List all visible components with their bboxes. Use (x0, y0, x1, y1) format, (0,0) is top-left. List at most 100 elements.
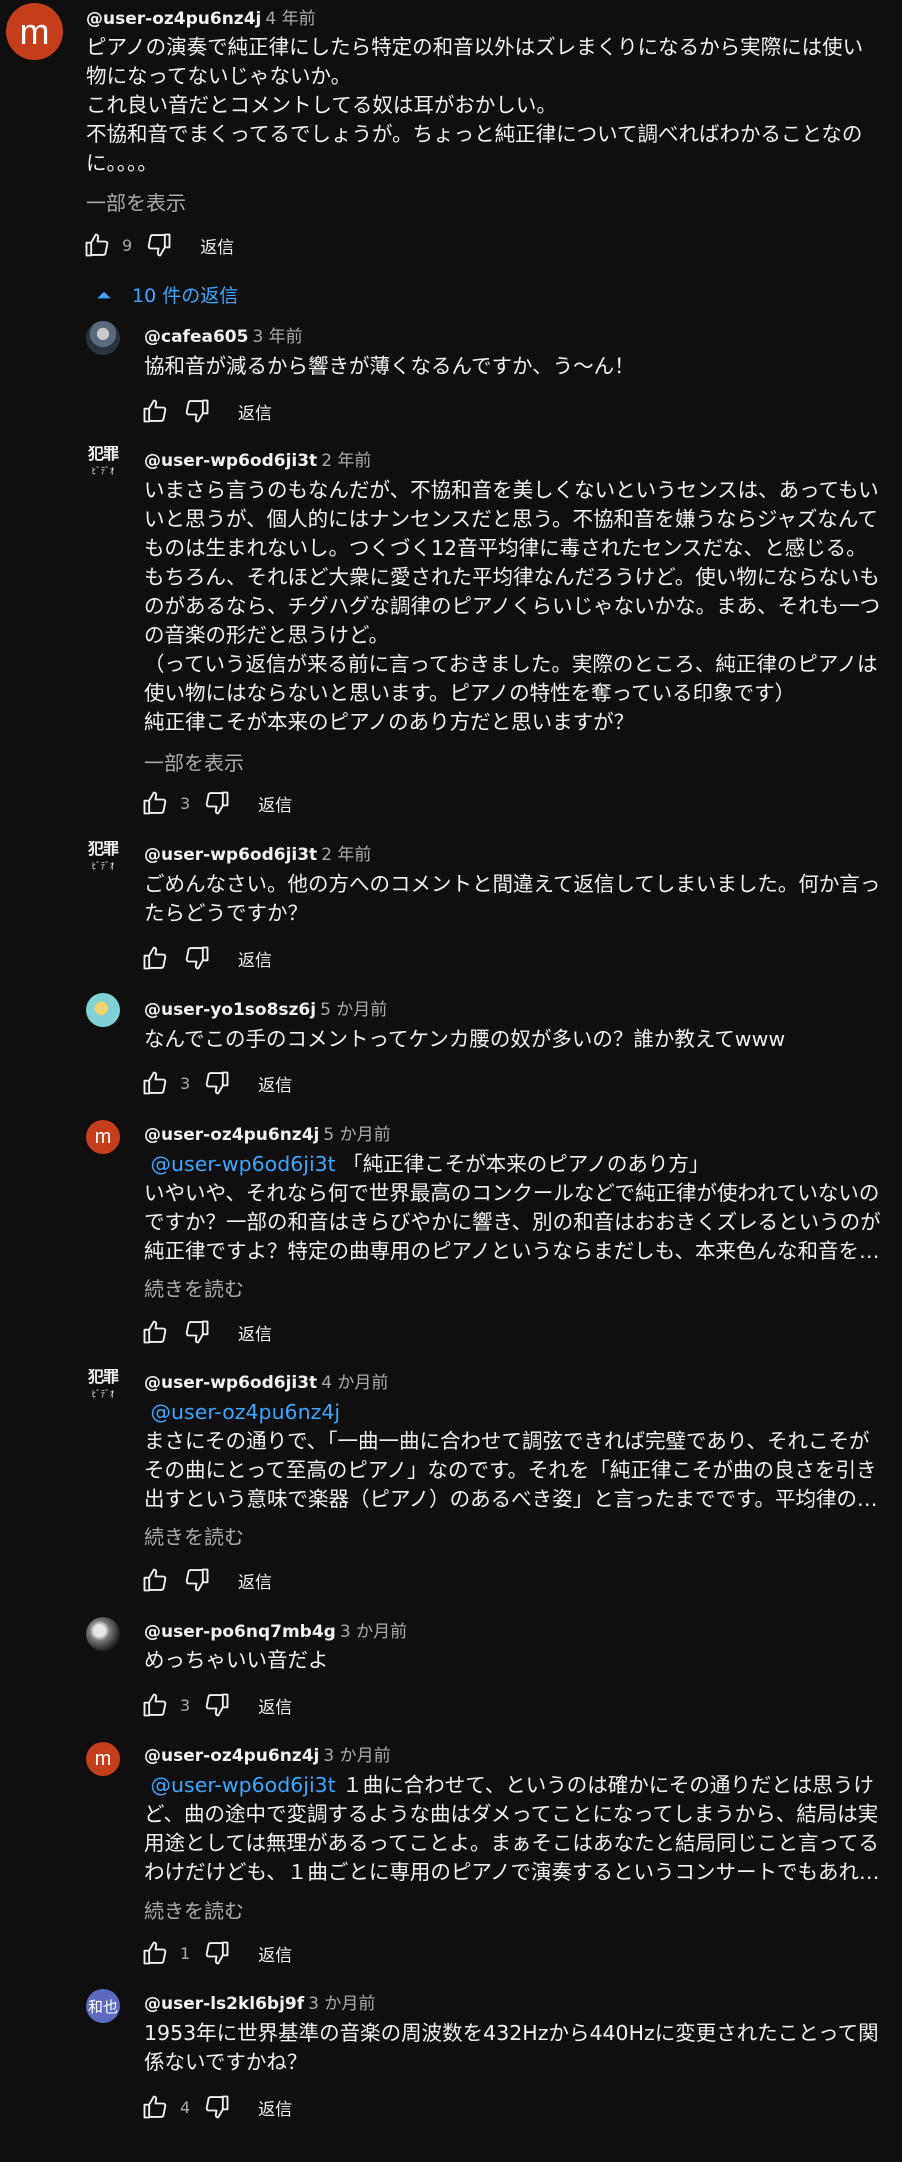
comment-line: もちろん、それほど大衆に愛された平均律なんだろうけど。使い物にならないも (144, 565, 880, 589)
comment-header: @cafea605 3 年前 (144, 322, 303, 347)
comment-actions: 3 返信 (140, 1689, 292, 1721)
reply-button[interactable]: 返信 (238, 946, 272, 971)
like-icon[interactable] (140, 943, 170, 973)
comment-header: @user-oz4pu6nz4j 4 年前 (86, 4, 316, 29)
dislike-icon[interactable] (182, 943, 212, 973)
mention-link[interactable]: @user-oz4pu6nz4j (151, 1400, 341, 1424)
comment-line: いまさら言うのもなんだが、不協和音を美しくないというセンスは、あってもい (144, 478, 879, 502)
avatar[interactable]: 和也 (86, 1989, 120, 2023)
like-icon[interactable] (140, 1938, 170, 1968)
like-icon[interactable] (82, 230, 112, 260)
reply-button[interactable]: 返信 (258, 2095, 292, 2120)
like-icon[interactable] (140, 788, 170, 818)
avatar[interactable]: m (86, 1742, 120, 1776)
comment-body: ごめんなさい。他の方へのコメントと間違えて返信してしまいました。何か言っ たらどう… (144, 870, 880, 928)
chevron-up-icon (97, 291, 111, 298)
dislike-icon[interactable] (182, 1317, 212, 1347)
reply-button[interactable]: 返信 (238, 1568, 272, 1593)
comment-line: まさにその通りで、「一曲一曲に合わせて調弦できれば完璧であり、それこそが (144, 1429, 870, 1453)
avatar[interactable]: 犯罪 ﾋﾞﾃﾞｵ (86, 446, 120, 480)
dislike-icon[interactable] (202, 1938, 232, 1968)
show-more-link[interactable]: 一部を表示 (144, 747, 244, 776)
comment-line: 物になってないじゃないか。 (86, 64, 352, 88)
like-icon[interactable] (140, 396, 170, 426)
comment-actions: 4 返信 (140, 2091, 292, 2123)
like-count: 9 (122, 235, 133, 255)
reply-button[interactable]: 返信 (258, 791, 292, 816)
reply-button[interactable]: 返信 (238, 399, 272, 424)
like-icon[interactable] (140, 1565, 170, 1595)
comment-line: いやいや、それなら何で世界最高のコンクールなどで純正律が使われていないの (144, 1181, 880, 1205)
timestamp[interactable]: 5 か月前 (323, 1125, 390, 1145)
comment-line: 協和音が減るから響きが薄くなるんですか、う〜ん！ (144, 354, 635, 378)
like-icon[interactable] (140, 1317, 170, 1347)
comment-line: ですか？一部の和音はきらびやかに響き、別の和音はおおきくズレるというのが (144, 1210, 881, 1234)
author-name[interactable]: @user-yo1so8sz6j (144, 1000, 316, 1020)
avatar[interactable]: m (86, 1120, 120, 1154)
dislike-icon[interactable] (202, 1068, 232, 1098)
avatar[interactable] (86, 1617, 120, 1651)
author-name[interactable]: @user-oz4pu6nz4j (144, 1746, 319, 1766)
author-name[interactable]: @user-po6nq7mb4g (144, 1622, 336, 1642)
comment-line: のがあるなら、チグハグな調律のピアノくらいじゃないかな。まあ、それも一つ (144, 594, 881, 618)
avatar[interactable] (86, 993, 120, 1027)
timestamp[interactable]: 5 か月前 (320, 1000, 387, 1020)
comment-actions: 返信 (140, 1564, 272, 1596)
reply-button[interactable]: 返信 (258, 1071, 292, 1096)
timestamp[interactable]: 4 か月前 (321, 1373, 388, 1393)
timestamp[interactable]: 3 か月前 (340, 1622, 407, 1642)
read-more-link[interactable]: 続きを読む (144, 1273, 244, 1302)
author-name[interactable]: @user-wp6od6ji3t (144, 451, 317, 471)
avatar[interactable]: 犯罪 ﾋﾞﾃﾞｵ (86, 841, 120, 875)
dislike-icon[interactable] (202, 2092, 232, 2122)
like-icon[interactable] (140, 1068, 170, 1098)
avatar[interactable]: m (6, 3, 63, 60)
dislike-icon[interactable] (182, 396, 212, 426)
avatar-text: 犯罪 (87, 841, 119, 858)
dislike-icon[interactable] (182, 1565, 212, 1595)
reply-button[interactable]: 返信 (200, 233, 234, 258)
timestamp[interactable]: 3 年前 (252, 327, 302, 347)
author-name[interactable]: @user-wp6od6ji3t (144, 1373, 317, 1393)
like-icon[interactable] (140, 1690, 170, 1720)
comment-actions: 返信 (140, 395, 272, 427)
reply-button[interactable]: 返信 (238, 1320, 272, 1345)
dislike-icon[interactable] (202, 788, 232, 818)
timestamp[interactable]: 3 か月前 (308, 1994, 375, 2014)
like-count: 3 (180, 793, 191, 813)
timestamp[interactable]: 3 か月前 (323, 1746, 390, 1766)
avatar[interactable] (86, 321, 120, 355)
comment-actions: 9 返信 (82, 229, 234, 261)
read-more-link[interactable]: 続きを読む (144, 1521, 244, 1550)
reply-button[interactable]: 返信 (258, 1693, 292, 1718)
show-more-link[interactable]: 一部を表示 (86, 187, 186, 216)
comment-body: 1953年に世界基準の音楽の周波数を432Hzから440Hzに変更されたことって… (144, 2019, 879, 2077)
replies-toggle[interactable]: 10 件の返信 (94, 281, 238, 308)
author-name[interactable]: @user-ls2kl6bj9f (144, 1994, 304, 2014)
comment-line: ど、曲の途中で変調するような曲はダメってことになってしまうから、結局は実 (144, 1802, 879, 1826)
author-name[interactable]: @cafea605 (144, 327, 248, 347)
avatar-subtext: ﾋﾞﾃﾞｵ (91, 861, 115, 871)
comment-line: （っていう返信が来る前に言っておきました。実際のところ、純正律のピアノは (144, 652, 878, 676)
like-count: 3 (180, 1695, 191, 1715)
mention-link[interactable]: @user-wp6od6ji3t (151, 1773, 336, 1797)
comment-header: @user-wp6od6ji3t 2 年前 (144, 446, 371, 471)
timestamp[interactable]: 4 年前 (265, 9, 315, 29)
timestamp[interactable]: 2 年前 (321, 845, 371, 865)
comment-text: １曲に合わせて、というのは確かにその通りだとは思うけ (342, 1773, 874, 1797)
comment-line: めっちゃいい音だよ (144, 1648, 329, 1672)
comment-line: なんでこの手のコメントってケンカ腰の奴が多いの？誰か教えてwww (144, 1027, 786, 1051)
author-name[interactable]: @user-wp6od6ji3t (144, 845, 317, 865)
author-name[interactable]: @user-oz4pu6nz4j (144, 1125, 319, 1145)
reply-button[interactable]: 返信 (258, 1941, 292, 1966)
avatar[interactable]: 犯罪 ﾋﾞﾃﾞｵ (86, 1369, 120, 1403)
timestamp[interactable]: 2 年前 (321, 451, 371, 471)
mention-link[interactable]: @user-wp6od6ji3t (151, 1152, 336, 1176)
comment-line: いと思うが、個人的にはナンセンスだと思う。不協和音を嫌うならジャズなんて (144, 507, 878, 531)
dislike-icon[interactable] (144, 230, 174, 260)
like-icon[interactable] (140, 2092, 170, 2122)
author-name[interactable]: @user-oz4pu6nz4j (86, 9, 261, 29)
comment-body: 協和音が減るから響きが薄くなるんですか、う〜ん！ (144, 352, 635, 381)
read-more-link[interactable]: 続きを読む (144, 1895, 244, 1924)
dislike-icon[interactable] (202, 1690, 232, 1720)
